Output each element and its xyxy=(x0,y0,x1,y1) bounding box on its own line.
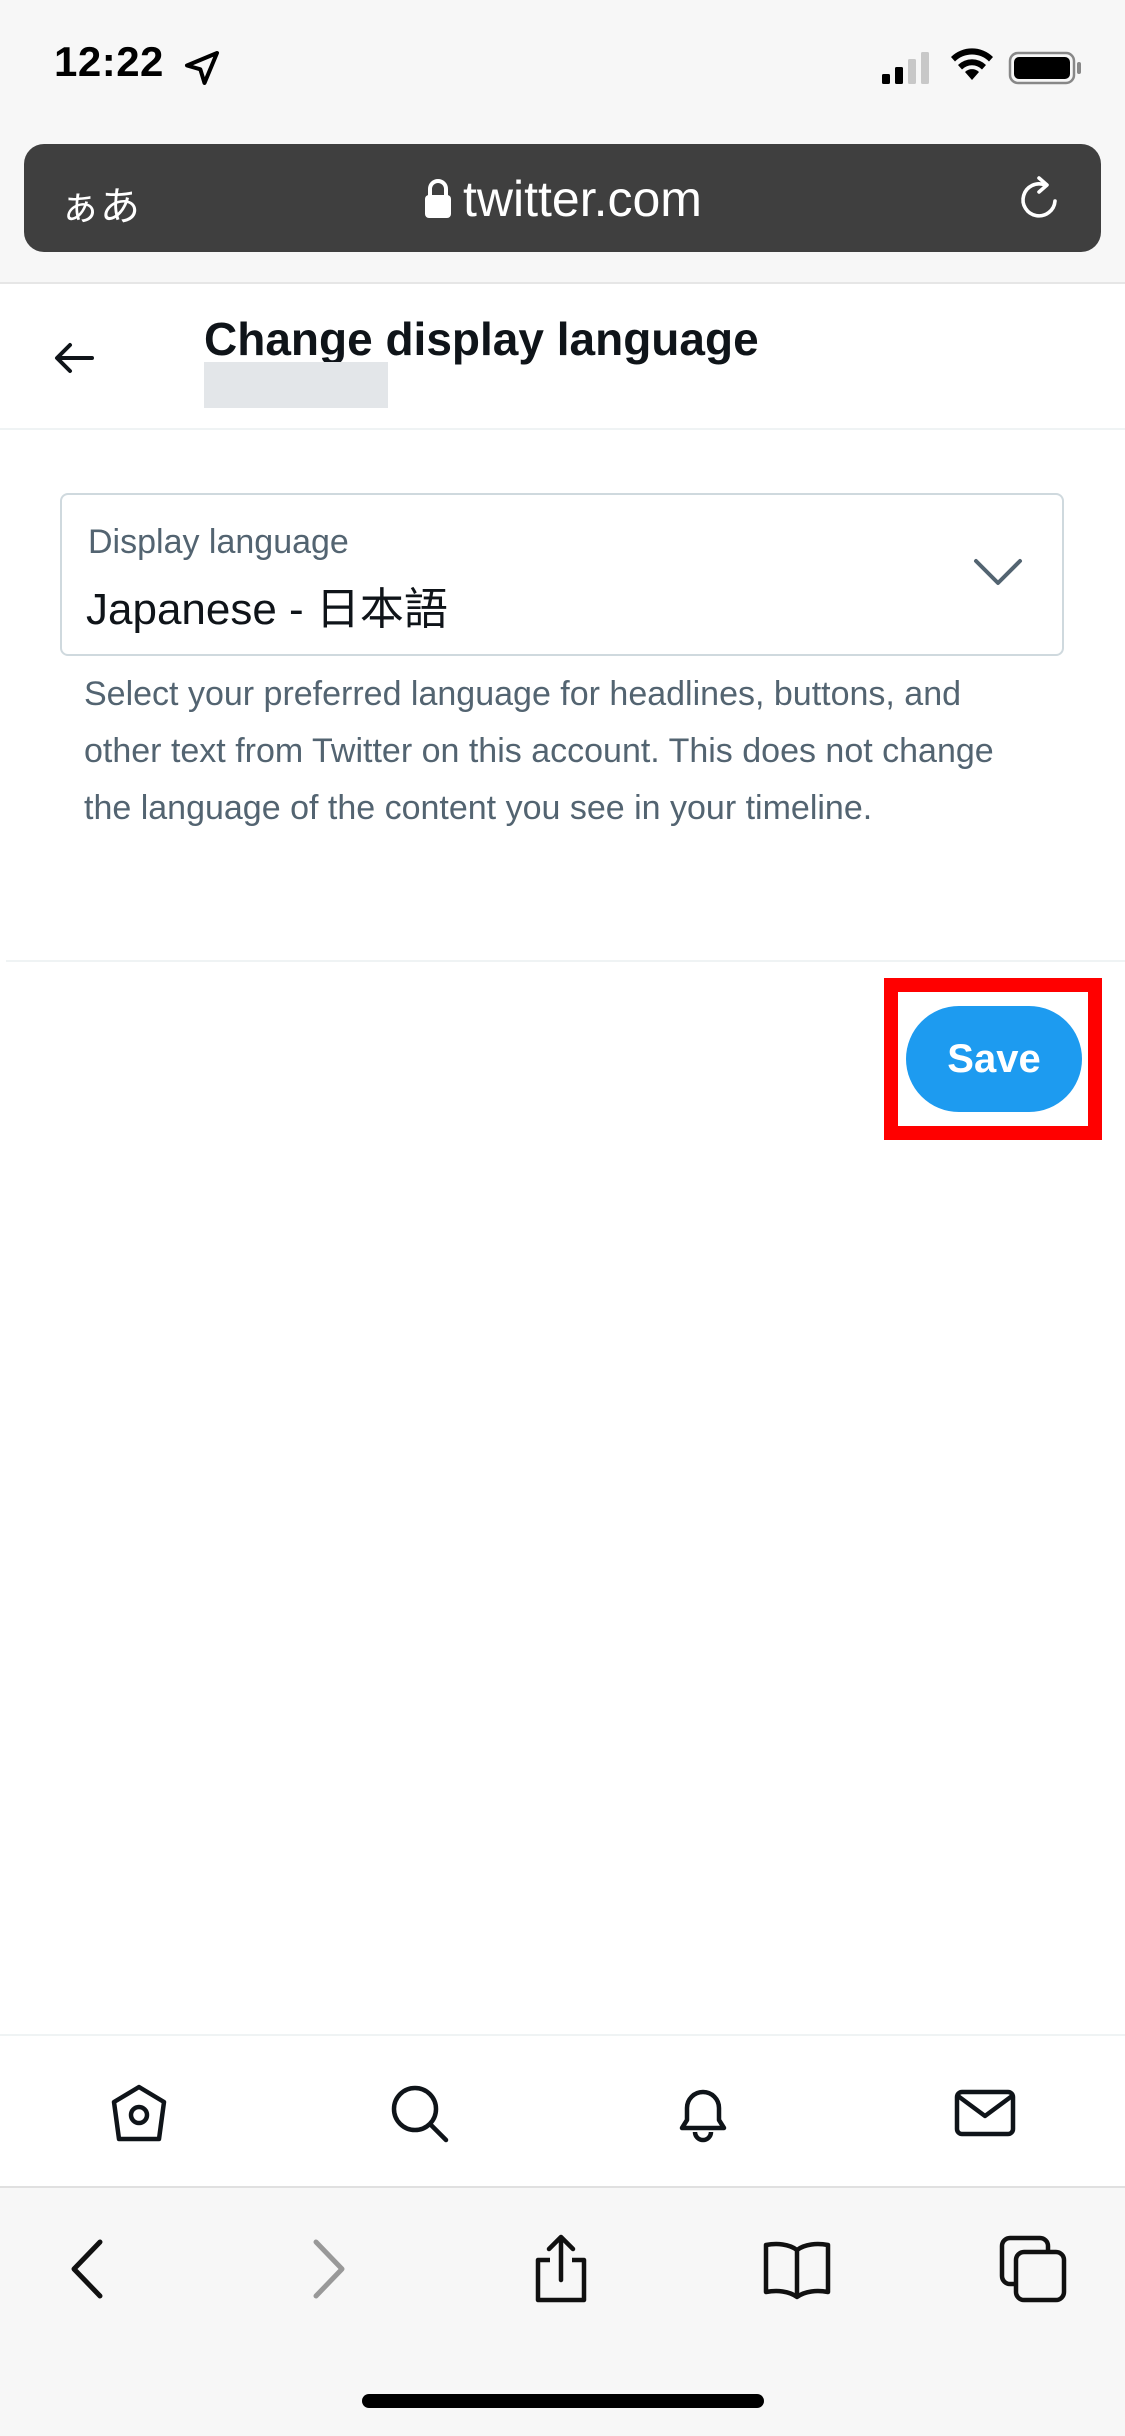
bookmarks-icon[interactable] xyxy=(762,2234,832,2304)
address-bar[interactable]: ぁあ twitter.com xyxy=(24,144,1101,252)
select-value: Japanese - 日本語 xyxy=(86,585,448,634)
share-icon[interactable] xyxy=(526,2234,596,2304)
bottom-navigation xyxy=(0,2034,1125,2186)
status-bar: 12:22 xyxy=(0,0,1125,140)
browser-url-area: ぁあ twitter.com xyxy=(0,140,1125,282)
back-icon[interactable] xyxy=(54,2234,124,2304)
screen: 12:22 ぁあ twitter.com Change display lang… xyxy=(0,0,1125,2436)
chevron-down-icon xyxy=(974,559,1022,585)
location-arrow-icon xyxy=(185,51,219,85)
wifi-icon xyxy=(951,48,993,80)
help-text: Select your preferred language for headl… xyxy=(84,675,994,827)
battery-icon xyxy=(1008,51,1081,85)
select-label: Display language xyxy=(88,523,349,561)
page-title: Change display language xyxy=(204,313,759,365)
home-indicator[interactable] xyxy=(362,2394,764,2408)
url-display[interactable]: twitter.com xyxy=(24,170,1101,228)
forward-icon[interactable] xyxy=(292,2234,362,2304)
back-arrow-icon[interactable] xyxy=(50,334,98,382)
tabs-icon[interactable] xyxy=(998,2234,1068,2304)
status-time: 12:22 xyxy=(54,38,164,85)
notifications-icon[interactable] xyxy=(670,2080,736,2146)
divider xyxy=(6,960,1125,962)
save-button[interactable]: Save xyxy=(906,1006,1082,1112)
search-icon[interactable] xyxy=(386,2080,452,2146)
messages-icon[interactable] xyxy=(952,2080,1018,2146)
display-language-select[interactable]: Display language Japanese - 日本語 xyxy=(60,493,1064,656)
url-text: twitter.com xyxy=(463,171,702,227)
cellular-signal-icon xyxy=(882,52,929,84)
redacted-username xyxy=(204,362,388,408)
home-icon[interactable] xyxy=(106,2080,172,2146)
page-header: Change display language xyxy=(0,282,1125,430)
reload-icon[interactable] xyxy=(1015,174,1065,224)
lock-icon xyxy=(425,179,452,218)
